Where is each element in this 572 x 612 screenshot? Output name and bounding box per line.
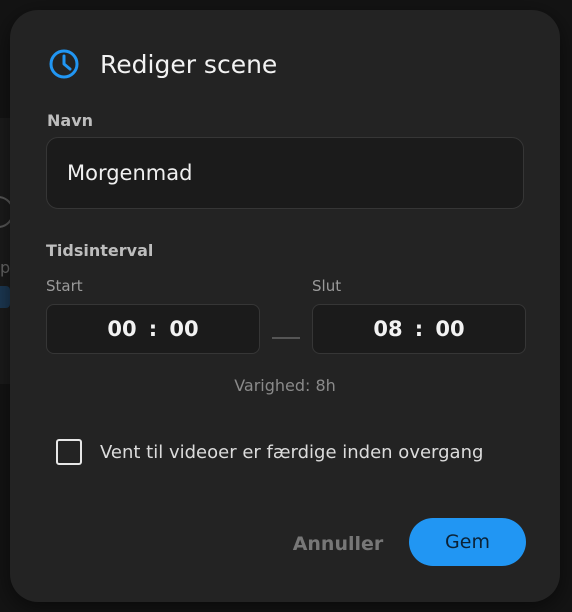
wait-for-videos-label[interactable]: Vent til videoer er færdige inden overga… xyxy=(100,442,483,463)
start-label: Start xyxy=(46,277,83,295)
clock-icon xyxy=(49,49,79,79)
background-chip xyxy=(0,286,10,308)
end-time-picker[interactable]: 08 : 00 xyxy=(312,304,526,354)
time-separator: : xyxy=(148,317,158,341)
cancel-button[interactable]: Annuller xyxy=(286,526,390,562)
dialog-header: Rediger scene xyxy=(48,48,277,80)
name-label: Navn xyxy=(47,111,94,130)
dialog-title: Rediger scene xyxy=(100,49,278,79)
end-hours[interactable]: 08 xyxy=(370,317,406,341)
edit-scene-dialog: Rediger scene Navn Tidsinterval Start Sl… xyxy=(10,10,560,602)
range-dash xyxy=(272,337,300,339)
end-minutes[interactable]: 00 xyxy=(432,317,468,341)
start-time-picker[interactable]: 00 : 00 xyxy=(46,304,260,354)
duration-text: Varighed: 8h xyxy=(234,376,336,395)
wait-for-videos-checkbox[interactable] xyxy=(56,439,82,465)
start-minutes[interactable]: 00 xyxy=(166,317,202,341)
time-interval-label: Tidsinterval xyxy=(46,241,154,260)
save-button[interactable]: Gem xyxy=(409,518,526,566)
scene-name-input[interactable] xyxy=(46,137,524,209)
start-hours[interactable]: 00 xyxy=(104,317,140,341)
background-text: p xyxy=(0,258,11,277)
end-label: Slut xyxy=(312,277,342,295)
time-separator: : xyxy=(414,317,424,341)
